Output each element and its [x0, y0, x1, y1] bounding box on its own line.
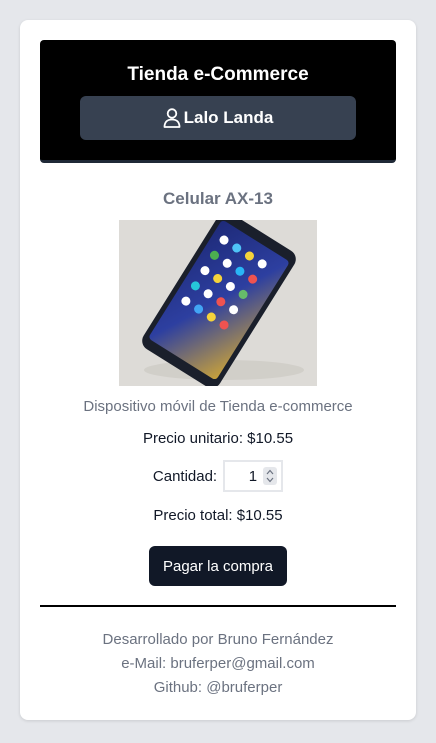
quantity-stepper[interactable]: 1 [223, 460, 284, 492]
store-header: Tienda e-Commerce Lalo Landa [40, 40, 396, 163]
user-name: Lalo Landa [183, 108, 274, 127]
quantity-row: Cantidad: 1 [20, 458, 416, 494]
product-card: Tienda e-Commerce Lalo Landa Celular AX-… [20, 20, 416, 720]
footer-divider [40, 605, 396, 607]
chevron-down-icon[interactable] [266, 476, 274, 484]
store-title: Tienda e-Commerce [127, 64, 309, 85]
product-title: Celular AX-13 [163, 189, 273, 208]
product-image [119, 220, 317, 386]
footer-email: e-Mail: bruferper@gmail.com [121, 655, 315, 672]
quantity-spinner[interactable] [263, 467, 278, 485]
footer-developer: Desarrollado por Bruno Fernández [102, 631, 334, 648]
quantity-value: 1 [248, 467, 258, 485]
chevron-up-icon[interactable] [266, 468, 274, 476]
product-description: Dispositivo móvil de Tienda e-commerce [83, 398, 353, 415]
smartphone-photo [119, 220, 317, 386]
quantity-label: Cantidad: [152, 467, 218, 485]
unit-price: Precio unitario: $10.55 [142, 430, 294, 447]
pay-button[interactable]: Pagar la compra [149, 546, 287, 586]
user-account-button[interactable]: Lalo Landa [80, 96, 356, 140]
user-icon [163, 108, 181, 128]
total-price: Precio total: $10.55 [153, 507, 283, 524]
footer-github: Github: @bruferper [153, 679, 283, 696]
